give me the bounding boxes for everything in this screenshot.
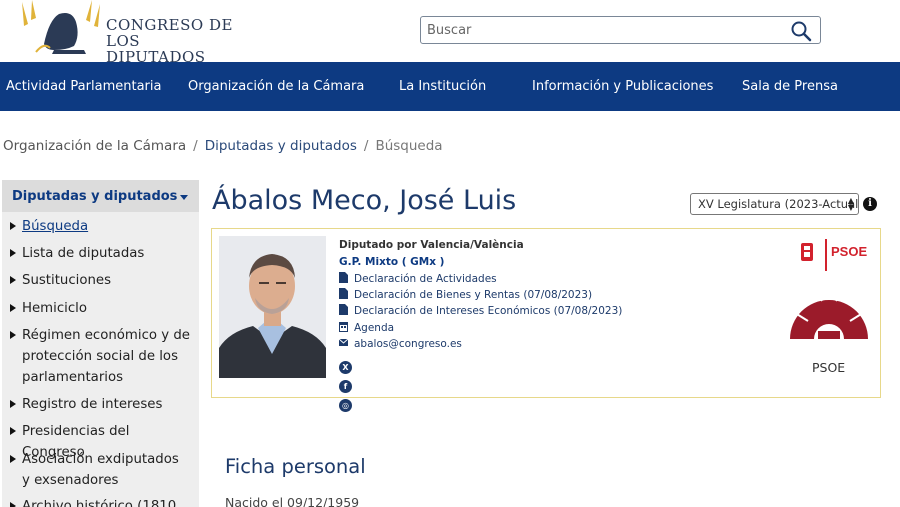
triangle-right-icon: [10, 304, 16, 312]
legislature-select-value: XV Legislatura (2023-Actualidad): [698, 197, 859, 211]
nav-item-organizacion-camara[interactable]: Organización de la Cámara: [188, 79, 364, 94]
sidebar-item-busqueda[interactable]: Búsqueda: [10, 216, 190, 237]
deputy-group-link[interactable]: G.P. Mixto ( GMx ): [339, 256, 444, 268]
triangle-right-icon: [10, 249, 16, 257]
sidebar-item-label: Asociación exdiputados y exsenadores: [22, 452, 179, 488]
sidebar-item-lista-diputadas[interactable]: Lista de diputadas: [10, 243, 190, 264]
main-nav: Actividad Parlamentaria Organización de …: [0, 62, 900, 111]
search-input[interactable]: [421, 17, 781, 43]
link-label: Declaración de Actividades: [354, 273, 497, 285]
sidebar-item-label: Régimen económico y de protección social…: [22, 328, 190, 385]
agenda-link[interactable]: Agenda: [339, 321, 394, 334]
link-label: Declaración de Intereses Económicos (07/…: [354, 305, 623, 317]
nav-item-sala-prensa[interactable]: Sala de Prensa: [742, 79, 838, 94]
declaracion-bienes-link[interactable]: Declaración de Bienes y Rentas (07/08/20…: [339, 288, 592, 301]
x-icon[interactable]: X: [339, 361, 352, 374]
envelope-icon: [339, 338, 348, 346]
sidebar-header[interactable]: Diputadas y diputados: [2, 180, 199, 212]
section-title-ficha-personal: Ficha personal: [225, 455, 366, 478]
link-label: abalos@congreso.es: [354, 338, 462, 350]
sidebar: Diputadas y diputados Búsqueda Lista de …: [2, 180, 199, 507]
triangle-right-icon: [10, 400, 16, 408]
triangle-right-icon: [10, 331, 16, 339]
deputy-constituency: Diputado por Valencia/València: [339, 239, 524, 251]
email-link[interactable]: abalos@congreso.es: [339, 337, 462, 350]
social-links: Xf ◎: [339, 355, 354, 412]
sidebar-item-asociacion-exdiputados[interactable]: Asociación exdiputados y exsenadores: [10, 449, 190, 491]
sidebar-title: Diputadas y diputados: [12, 189, 178, 204]
triangle-right-icon: [10, 427, 16, 435]
document-icon: [339, 304, 348, 315]
globe-icon[interactable]: ◎: [339, 399, 352, 412]
sidebar-item-label: Registro de intereses: [22, 397, 163, 412]
sidebar-item-label: Hemiciclo: [22, 301, 87, 316]
congreso-logo[interactable]: CONGRESO DE LOS DIPUTADOS: [14, 0, 244, 65]
declaracion-actividades-link[interactable]: Declaración de Actividades: [339, 272, 497, 285]
calendar-icon: [339, 322, 348, 332]
search-box: [420, 16, 821, 44]
nav-item-informacion-publicaciones[interactable]: Información y Publicaciones: [532, 79, 713, 94]
hemicycle-icon: [790, 284, 868, 339]
legislature-select[interactable]: XV Legislatura (2023-Actualidad) ▲▼: [690, 193, 859, 215]
link-label: Agenda: [354, 322, 395, 334]
sidebar-item-label: Sustituciones: [22, 273, 112, 288]
declaracion-intereses-link[interactable]: Declaración de Intereses Económicos (07/…: [339, 304, 622, 317]
sidebar-item-regimen-economico[interactable]: Régimen económico y de protección social…: [10, 325, 190, 388]
party-label: PSOE: [812, 360, 846, 375]
triangle-right-icon: [10, 502, 16, 507]
sidebar-item-archivo-historico[interactable]: Archivo histórico (1810: [10, 496, 190, 507]
birth-date: Nacido el 09/12/1959: [225, 495, 360, 507]
logo-line-1: CONGRESO DE: [106, 16, 233, 34]
triangle-right-icon: [10, 222, 16, 230]
sidebar-item-hemiciclo[interactable]: Hemiciclo: [10, 298, 190, 319]
breadcrumb: Organización de la Cámara / Diputadas y di…: [3, 138, 443, 154]
logo-line-2: LOS DIPUTADOS: [106, 32, 206, 66]
breadcrumb-item-busqueda: Búsqueda: [375, 138, 443, 154]
lion-emblem-icon: [22, 0, 100, 54]
breadcrumb-item-diputados[interactable]: Diputadas y diputados: [205, 138, 357, 154]
nav-item-la-institucion[interactable]: La Institución: [399, 79, 486, 94]
breadcrumb-separator: /: [193, 138, 198, 154]
sidebar-item-label: Archivo histórico (1810: [22, 499, 177, 507]
link-label: Declaración de Bienes y Rentas (07/08/20…: [354, 289, 593, 301]
facebook-icon[interactable]: f: [339, 380, 352, 393]
chevron-down-icon: [180, 195, 188, 200]
sidebar-item-registro-intereses[interactable]: Registro de intereses: [10, 394, 190, 415]
breadcrumb-item-organizacion[interactable]: Organización de la Cámara: [3, 138, 186, 154]
page-title: Ábalos Meco, José Luis: [212, 185, 517, 216]
select-arrows-icon: ▲ ▼: [847, 196, 854, 212]
sidebar-item-label: Lista de diputadas: [22, 246, 145, 261]
document-icon: [339, 272, 348, 283]
triangle-right-icon: [10, 276, 16, 284]
psoe-logo-text: PSOE: [831, 244, 868, 259]
deputy-card: Diputado por Valencia/València G.P. Mixt…: [211, 228, 881, 412]
sidebar-item-label: Búsqueda: [22, 219, 89, 234]
deputy-photo: [219, 236, 326, 378]
search-icon[interactable]: [790, 20, 812, 42]
triangle-right-icon: [10, 455, 16, 463]
document-icon: [339, 288, 348, 299]
breadcrumb-separator: /: [363, 138, 369, 154]
sidebar-item-sustituciones[interactable]: Sustituciones: [10, 270, 190, 291]
info-icon[interactable]: i: [863, 197, 877, 211]
nav-item-actividad-parlamentaria[interactable]: Actividad Parlamentaria: [6, 79, 161, 94]
logo-text: CONGRESO DE LOS DIPUTADOS: [106, 17, 244, 65]
